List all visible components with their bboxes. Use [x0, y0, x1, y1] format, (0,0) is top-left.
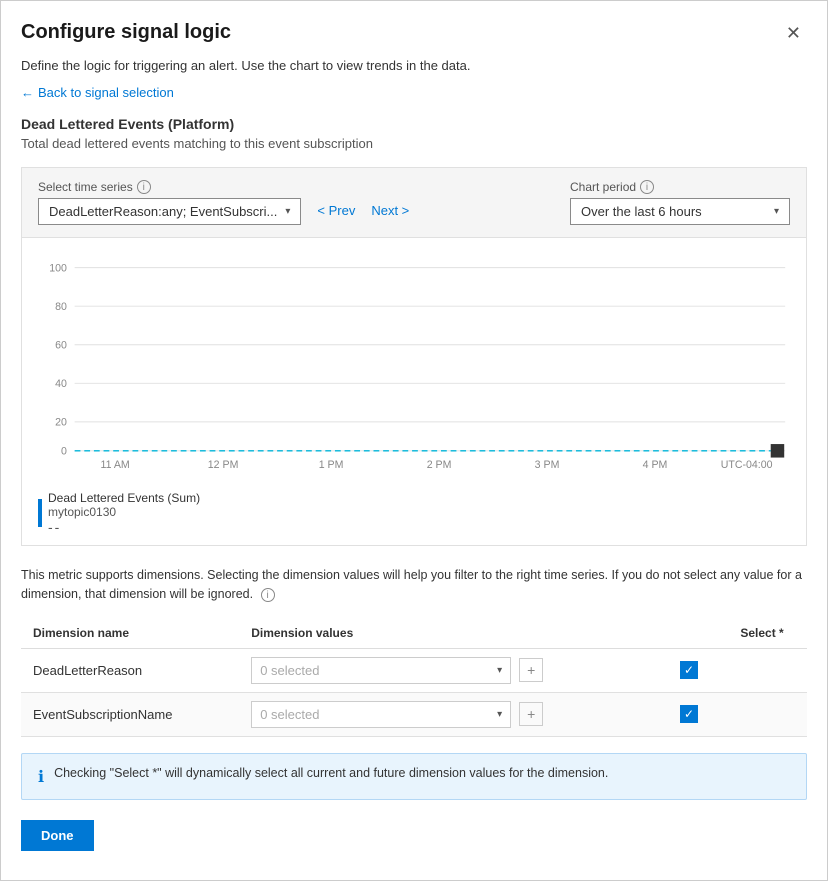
info-banner-text: Checking "Select *" will dynamically sel… — [54, 766, 608, 780]
col-header-values: Dimension values — [239, 618, 717, 649]
time-series-value: DeadLetterReason:any; EventSubscri... — [49, 204, 277, 219]
description-text: Define the logic for triggering an alert… — [21, 58, 807, 73]
time-series-group: Select time series i DeadLetterReason:an… — [38, 180, 413, 225]
svg-text:12 PM: 12 PM — [208, 459, 239, 471]
legend-item: Dead Lettered Events (Sum) mytopic0130 -… — [38, 491, 790, 535]
chart-period-label: Chart period i — [570, 180, 790, 194]
checkmark-icon-2: ✓ — [684, 707, 694, 721]
dimension-info-text: This metric supports dimensions. Selecti… — [21, 566, 807, 604]
chart-period-value: Over the last 6 hours — [581, 204, 702, 219]
prev-button[interactable]: < Prev — [313, 199, 359, 222]
dim-values-dropdown-1[interactable]: 0 selected ▾ — [251, 657, 511, 684]
chart-period-dropdown[interactable]: Over the last 6 hours ▾ — [570, 198, 790, 225]
svg-text:4 PM: 4 PM — [643, 459, 668, 471]
chart-container: 100 80 60 40 20 0 11 AM 12 PM — [38, 250, 790, 483]
chart-legend: Dead Lettered Events (Sum) mytopic0130 -… — [38, 491, 790, 537]
dim-dropdown-chevron-1: ▾ — [497, 665, 502, 676]
legend-dash: -- — [48, 519, 200, 535]
info-banner-icon: ℹ — [38, 767, 44, 787]
close-button[interactable]: ✕ — [780, 21, 807, 46]
dim-dropdown-chevron-2: ▾ — [497, 709, 502, 720]
info-banner: ℹ Checking "Select *" will dynamically s… — [21, 753, 807, 800]
dialog-title: Configure signal logic — [21, 21, 231, 44]
select-all-checkbox-1[interactable]: ✓ — [680, 661, 698, 679]
time-series-dropdown[interactable]: DeadLetterReason:any; EventSubscri... ▾ — [38, 198, 301, 225]
chart-svg: 100 80 60 40 20 0 11 AM 12 PM — [38, 250, 790, 480]
time-series-info-icon[interactable]: i — [137, 180, 151, 194]
dimension-table: Dimension name Dimension values Select *… — [21, 618, 807, 737]
col-header-name: Dimension name — [21, 618, 239, 649]
configure-signal-dialog: Configure signal logic ✕ Define the logi… — [0, 0, 828, 881]
svg-text:80: 80 — [55, 301, 67, 313]
select-all-checkbox-2[interactable]: ✓ — [680, 705, 698, 723]
done-button[interactable]: Done — [21, 820, 94, 851]
legend-series-sub: mytopic0130 — [48, 505, 200, 519]
chart-period-group: Chart period i Over the last 6 hours ▾ — [570, 180, 790, 225]
svg-text:1 PM: 1 PM — [319, 459, 344, 471]
chart-period-chevron-icon: ▾ — [774, 206, 779, 217]
dim-values-placeholder-1: 0 selected — [260, 663, 319, 678]
signal-description: Total dead lettered events matching to t… — [21, 136, 807, 151]
svg-text:2 PM: 2 PM — [427, 459, 452, 471]
time-series-label: Select time series i — [38, 180, 413, 194]
dialog-header: Configure signal logic ✕ — [21, 21, 807, 46]
dimension-info-icon[interactable]: i — [261, 588, 275, 602]
back-link-label: Back to signal selection — [38, 85, 174, 100]
svg-text:3 PM: 3 PM — [535, 459, 560, 471]
time-series-chevron-icon: ▾ — [285, 206, 290, 217]
next-button[interactable]: Next > — [367, 199, 413, 222]
dim-add-button-1[interactable]: + — [519, 658, 543, 682]
chart-period-info-icon[interactable]: i — [640, 180, 654, 194]
svg-text:60: 60 — [55, 340, 67, 352]
controls-row: Select time series i DeadLetterReason:an… — [21, 167, 807, 238]
checkmark-icon-1: ✓ — [684, 663, 694, 677]
table-row: DeadLetterReason 0 selected ▾ + ✓ — [21, 648, 807, 692]
legend-series-name: Dead Lettered Events (Sum) — [48, 491, 200, 505]
svg-text:100: 100 — [49, 262, 67, 274]
dim-name-eventsubscription: EventSubscriptionName — [21, 692, 239, 736]
arrow-left-icon: ← — [21, 85, 34, 100]
dim-add-button-2[interactable]: + — [519, 702, 543, 726]
dim-values-dropdown-2[interactable]: 0 selected ▾ — [251, 701, 511, 728]
svg-text:UTC-04:00: UTC-04:00 — [721, 459, 773, 471]
svg-text:20: 20 — [55, 417, 67, 429]
svg-text:40: 40 — [55, 378, 67, 390]
table-row: EventSubscriptionName 0 selected ▾ + ✓ — [21, 692, 807, 736]
signal-name: Dead Lettered Events (Platform) — [21, 116, 807, 132]
back-to-signal-link[interactable]: ← Back to signal selection — [21, 85, 174, 100]
dim-checkbox-cell-2: ✓ — [661, 692, 717, 736]
nav-buttons: < Prev Next > — [313, 199, 413, 224]
legend-color-bar — [38, 499, 42, 527]
col-header-select: Select * — [717, 618, 807, 649]
dim-values-cell: 0 selected ▾ + — [239, 648, 661, 692]
chart-area: 100 80 60 40 20 0 11 AM 12 PM — [21, 238, 807, 546]
dim-values-placeholder-2: 0 selected — [260, 707, 319, 722]
dim-checkbox-cell-1: ✓ — [661, 648, 717, 692]
dim-name-deadletter: DeadLetterReason — [21, 648, 239, 692]
dim-values-cell-2: 0 selected ▾ + — [239, 692, 661, 736]
svg-text:11 AM: 11 AM — [101, 459, 130, 471]
svg-text:0: 0 — [61, 446, 67, 458]
